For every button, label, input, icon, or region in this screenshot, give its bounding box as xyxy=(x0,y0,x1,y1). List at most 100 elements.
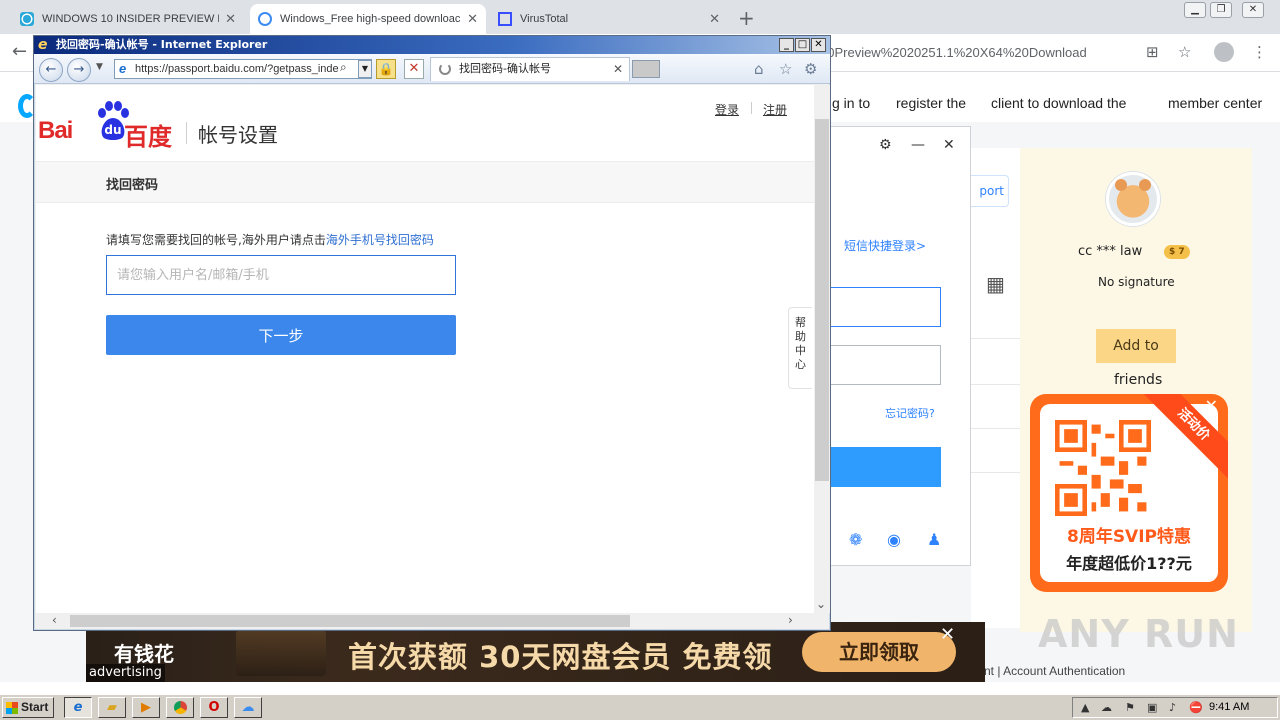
ie-stop-icon[interactable]: ✕ xyxy=(404,59,424,79)
username-field[interactable] xyxy=(829,287,941,327)
qq-icon[interactable]: ♟ xyxy=(927,530,941,549)
clock: 9:41 AM xyxy=(1209,701,1250,713)
taskbar-media-player-icon[interactable]: ▶ xyxy=(132,697,160,718)
account-input[interactable] xyxy=(106,255,456,295)
ie-tab[interactable]: 找回密码-确认帐号 ✕ xyxy=(430,57,630,81)
scroll-down-icon[interactable]: ⌄ xyxy=(816,597,826,611)
taskbar-ie-icon[interactable]: e xyxy=(64,697,92,718)
promo-close-icon[interactable]: ✕ xyxy=(1205,396,1218,415)
horizontal-scrollbar[interactable]: ‹ › xyxy=(36,613,814,629)
chrome-tab-windows-insider[interactable]: WINDOWS 10 INSIDER PREVIEW BU ✕ xyxy=(12,4,244,34)
ie-navigation-bar: ← → ▼ e https://passport.baidu.com/?getp… xyxy=(34,54,830,84)
passport-button[interactable]: port xyxy=(971,175,1009,207)
tab-title: VirusTotal xyxy=(520,13,569,25)
ie-home-icon[interactable]: ⌂ xyxy=(754,60,764,78)
chrome-tab-windows-free-download[interactable]: Windows_Free high-speed downloac ✕ xyxy=(250,4,486,34)
add-friend-button[interactable]: Add to xyxy=(1096,329,1176,363)
tray-expand-icon[interactable]: ▲ xyxy=(1081,701,1089,714)
qr-code-icon xyxy=(1055,420,1151,516)
ad-close-icon[interactable]: ✕ xyxy=(940,624,955,645)
taskbar-chrome-icon[interactable] xyxy=(166,697,194,718)
ad-headline: 首次获额 30天网盘会员 免费领 xyxy=(348,640,773,674)
close-icon[interactable]: ✕ xyxy=(943,137,955,153)
chrome-menu-icon[interactable]: ⋮ xyxy=(1252,43,1267,61)
sms-login-link[interactable]: 短信快捷登录> xyxy=(844,237,926,254)
ie-address-bar[interactable]: e https://passport.baidu.com/?getpass_in… xyxy=(114,59,372,79)
chrome-tab-virustotal[interactable]: VirusTotal ✕ xyxy=(490,4,728,34)
ie-address-dropdown-icon[interactable]: ▼ xyxy=(358,60,372,78)
ie-tab-close-icon[interactable]: ✕ xyxy=(613,58,623,80)
password-field[interactable] xyxy=(829,345,941,385)
ie-lock-icon[interactable]: 🔒 xyxy=(376,59,396,79)
tab-close-icon[interactable]: ✕ xyxy=(467,11,478,27)
translate-icon[interactable]: ⊞ xyxy=(1146,43,1159,61)
tray-network-icon[interactable]: ▣ xyxy=(1147,701,1157,714)
back-arrow-icon[interactable]: ← xyxy=(12,41,27,62)
scrollbar-thumb[interactable] xyxy=(70,615,630,627)
scrollbar-thumb[interactable] xyxy=(815,119,829,481)
bookmark-star-icon[interactable]: ☆ xyxy=(1178,43,1191,61)
tab-close-icon[interactable]: ✕ xyxy=(225,11,236,27)
settings-icon[interactable]: ⚙ xyxy=(879,137,892,153)
weibo-icon[interactable]: ◉ xyxy=(887,530,901,549)
ie-search-icon[interactable]: ⌕ xyxy=(340,60,347,75)
nav-login[interactable]: g in to xyxy=(832,95,870,111)
next-step-button[interactable]: 下一步 xyxy=(106,315,456,355)
grid-view-icon[interactable]: ▦ xyxy=(986,272,1005,296)
tray-security-icon[interactable]: ⛔ xyxy=(1189,701,1203,714)
svip-promo[interactable]: 活动价 ✕ 8周年SVIP特惠 年度超低价1??元 xyxy=(1030,394,1228,592)
avatar-ear xyxy=(1115,179,1127,191)
tray-volume-icon[interactable]: ♪ xyxy=(1169,701,1176,714)
omnibox-url[interactable]: 20Preview%2020251.1%20X64%20Download xyxy=(820,41,1160,65)
ad-banner[interactable]: 有钱花 首次获额 30天网盘会员 免费领 立即领取 ✕ xyxy=(86,622,985,682)
nav-register[interactable]: register the xyxy=(896,95,966,111)
tray-netdisk-icon[interactable]: ☁ xyxy=(1101,701,1112,714)
taskbar-netdisk-icon[interactable]: ☁ xyxy=(234,697,262,718)
ie-close-icon[interactable]: ✕ xyxy=(811,38,826,52)
ie-maximize-icon[interactable]: □ xyxy=(795,38,810,52)
help-center-tab[interactable]: 帮助中心 xyxy=(788,307,812,389)
register-link[interactable]: 注册 xyxy=(763,101,787,118)
windows-logo-icon xyxy=(6,702,18,714)
ad-cta-button[interactable]: 立即领取 xyxy=(802,632,956,672)
tab-close-icon[interactable]: ✕ xyxy=(709,11,720,27)
scroll-right-icon[interactable]: › xyxy=(788,613,793,627)
ie-tools-gear-icon[interactable]: ⚙ xyxy=(804,60,817,78)
tray-flag-icon[interactable]: ⚑ xyxy=(1125,701,1135,714)
ie-back-icon[interactable]: ← xyxy=(39,58,63,82)
ie-forward-icon[interactable]: → xyxy=(67,58,91,82)
login-button[interactable] xyxy=(829,447,941,487)
vip-badge: $ 7 xyxy=(1164,245,1190,259)
taskbar-opera-icon[interactable]: O xyxy=(200,697,228,718)
chrome-restore-icon[interactable]: ❐ xyxy=(1210,2,1232,18)
footer-links[interactable]: nt | Account Authentication xyxy=(984,664,1125,678)
baidu-logo-bai: Bai xyxy=(38,117,73,144)
ie-favorites-icon[interactable]: ☆ xyxy=(779,60,792,78)
baidu-logo[interactable]: Bai du 百度 xyxy=(38,99,178,151)
ie-titlebar[interactable]: e 找回密码-确认帐号 - Internet Explorer _ □ ✕ xyxy=(34,36,830,54)
ie-history-dropdown-icon[interactable]: ▼ xyxy=(96,62,103,72)
ie-new-tab-button[interactable] xyxy=(632,60,660,78)
ie-minimize-icon[interactable]: _ xyxy=(779,38,794,52)
page-title: 帐号设置 xyxy=(198,123,278,147)
username: cc *** law xyxy=(1078,244,1143,259)
minimize-icon[interactable]: — xyxy=(911,137,925,153)
chrome-minimize-icon[interactable]: ▁ xyxy=(1184,2,1206,18)
overseas-phone-link[interactable]: 海外手机号找回密码 xyxy=(326,233,434,247)
forgot-password-link[interactable]: 忘记密码? xyxy=(885,405,935,421)
chrome-close-icon[interactable]: ✕ xyxy=(1242,2,1264,18)
login-link[interactable]: 登录 xyxy=(715,101,739,118)
vertical-scrollbar[interactable]: ⌄ xyxy=(814,85,830,613)
scroll-left-icon[interactable]: ‹ xyxy=(52,613,57,627)
nav-client-download[interactable]: client to download the xyxy=(991,95,1126,111)
chrome-tab-strip: WINDOWS 10 INSIDER PREVIEW BU ✕ Windows_… xyxy=(0,0,1280,34)
divider xyxy=(971,428,1021,429)
profile-avatar-icon[interactable] xyxy=(1214,42,1234,62)
ie-logo-icon: e xyxy=(38,37,48,53)
start-button[interactable]: Start xyxy=(2,697,54,718)
new-tab-button[interactable]: + xyxy=(738,6,755,30)
wechat-icon[interactable]: ❁ xyxy=(849,530,862,549)
nav-member-center[interactable]: member center xyxy=(1168,95,1262,111)
taskbar-explorer-icon[interactable]: ▰ xyxy=(98,697,126,718)
system-tray: ▲ ☁ ⚑ ▣ ♪ ⛔ 9:41 AM xyxy=(1072,697,1278,718)
